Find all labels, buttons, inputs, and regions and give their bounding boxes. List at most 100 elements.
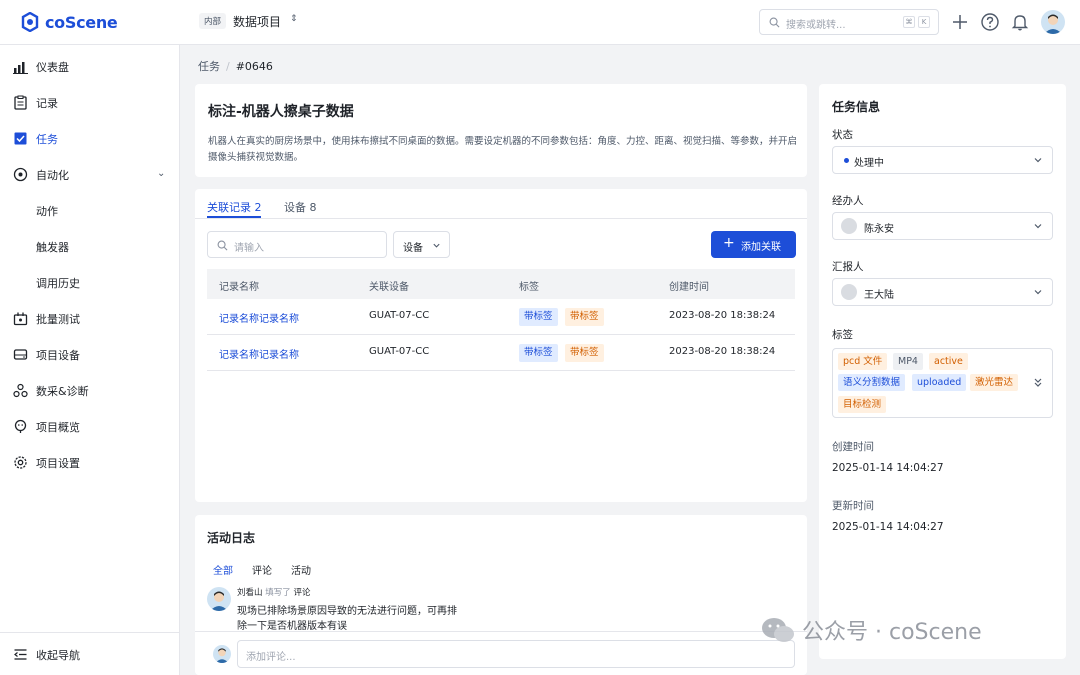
sidebar: 仪表盘 记录 任务 自动化 ⌄ 动作 触发器 调用历史 批量测试 项目设备 数采… [0,45,180,675]
device-filter-select[interactable]: 设备 [393,231,450,258]
sidebar-item-settings[interactable]: 项目设置 [0,448,180,476]
shortcut-key-cmd: ⌘ [903,16,915,28]
chevron-down-icon [433,243,440,248]
diagnosis-icon [13,383,28,398]
task-description[interactable]: 机器人在真实的厨房场景中，使用抹布擦拭不同桌面的数据。需要设定机器的不同参数包括… [208,134,800,166]
record-tag: 带标签 [519,344,558,362]
clipboard-icon [14,95,27,110]
chevron-down-icon [1034,158,1042,163]
task-title[interactable]: 标注-机器人擦桌子数据 [208,101,354,121]
activity-tab-all[interactable]: 全部 [213,562,233,577]
breadcrumb: 任务 / #0646 [198,58,273,74]
tag-chip[interactable]: uploaded [912,374,967,391]
collapse-nav-button[interactable]: 收起导航 [0,632,180,675]
sidebar-item-call-history[interactable]: 调用历史 [0,268,180,296]
breadcrumb-current: #0646 [235,60,273,73]
updated-label: 更新时间 [832,500,874,512]
created-value: 2025-01-14 14:04:27 [832,462,944,474]
record-created-time: 2023-08-20 18:38:24 [669,346,776,357]
assignee-label: 经办人 [832,195,864,207]
tab-linked-records[interactable]: 关联记录 2 [207,199,262,215]
chevron-updown-icon[interactable]: ⇕ [290,14,298,24]
sidebar-item-tasks[interactable]: 任务 [0,124,180,152]
record-search-placeholder: 请输入 [234,243,264,254]
sidebar-item-label: 调用历史 [36,277,80,290]
record-name-link[interactable]: 记录名称记录名称 [219,310,299,325]
assignee-select[interactable]: 陈永安 [832,212,1053,240]
plus-icon: + [723,235,735,251]
log-action: 填写了 [265,588,291,598]
double-chevron-down-icon[interactable] [1033,377,1043,389]
sidebar-item-records[interactable]: 记录 [0,88,180,116]
commenter-avatar [213,645,231,663]
record-device: GUAT-07-CC [369,310,430,321]
table-row[interactable]: 记录名称记录名称 GUAT-07-CC 带标签 带标签 2023-08-20 1… [207,335,795,371]
sidebar-item-label: 仪表盘 [36,61,69,74]
task-info-panel: 任务信息 状态 处理中 经办人 陈永安 汇报人 王大陆 标签 pcd 文件 MP… [819,84,1066,659]
plus-icon[interactable] [950,12,970,32]
sidebar-item-devices[interactable]: 项目设备 [0,340,180,368]
reporter-select[interactable]: 王大陆 [832,278,1053,306]
record-name-link[interactable]: 记录名称记录名称 [219,346,299,361]
add-link-button[interactable]: + 添加关联 [711,231,796,258]
logo-icon [21,12,39,32]
sidebar-item-diagnosis[interactable]: 数采&诊断 [0,376,180,404]
log-type: 评论 [293,588,311,598]
chevron-down-icon: ⌄ [157,168,166,179]
activity-tab-comments[interactable]: 评论 [252,562,272,577]
tabs-divider [195,218,807,219]
breadcrumb-parent[interactable]: 任务 [198,60,220,73]
column-header: 标签 [519,282,539,293]
sidebar-item-dashboard[interactable]: 仪表盘 [0,52,180,80]
reporter-value: 王大陆 [864,290,894,301]
device-filter-label: 设备 [403,243,423,254]
global-search-input[interactable]: 搜索或跳转... ⌘ K [759,9,939,35]
tag-chip[interactable]: pcd 文件 [838,353,888,370]
settings-icon [14,456,27,469]
tag-chip[interactable]: 目标检测 [838,396,887,413]
bell-icon[interactable] [1010,12,1030,32]
tag-chip[interactable]: 激光雷达 [970,374,1019,391]
sidebar-item-label: 任务 [36,133,58,146]
bar-chart-icon [13,62,28,74]
log-author-name[interactable]: 刘看山 [237,588,263,598]
device-icon [13,349,28,360]
add-link-label: 添加关联 [741,242,781,253]
top-bar: coScene 内部 数据项目 ⇕ 搜索或跳转... ⌘ K [0,0,1080,45]
reporter-avatar [841,284,857,300]
user-avatar[interactable] [1041,10,1065,34]
assignee-value: 陈永安 [864,224,894,235]
activity-tab-activity[interactable]: 活动 [291,562,311,577]
shortcut-key-k: K [918,16,930,28]
project-switcher[interactable]: 数据项目 [233,13,281,30]
sidebar-item-overview[interactable]: 项目概览 [0,412,180,440]
batch-test-icon [13,312,28,326]
record-device: GUAT-07-CC [369,346,430,357]
app-logo[interactable]: coScene [20,12,118,32]
search-icon [769,17,780,28]
comment-input[interactable]: 添加评论... [237,640,795,668]
tag-chip[interactable]: 语义分割数据 [838,374,906,391]
sidebar-item-batch-test[interactable]: 批量测试 [0,304,180,332]
sidebar-item-label: 项目设置 [36,457,80,470]
sidebar-item-actions[interactable]: 动作 [0,196,180,224]
table-row[interactable]: 记录名称记录名称 GUAT-07-CC 带标签 带标签 2023-08-20 1… [207,299,795,335]
tab-devices[interactable]: 设备 8 [284,199,317,215]
tag-chip[interactable]: MP4 [893,353,923,370]
sidebar-item-label: 动作 [36,205,58,218]
tags-field[interactable]: pcd 文件 MP4 active 语义分割数据 uploaded 激光雷达 目… [832,348,1053,418]
records-card: 关联记录 2 设备 8 请输入 设备 + 添加关联 记录名称 关联设备 标签 创… [195,189,807,502]
chevron-down-icon [1034,290,1042,295]
help-icon[interactable] [980,12,1000,32]
sidebar-item-triggers[interactable]: 触发器 [0,232,180,260]
record-tag: 带标签 [565,344,604,362]
wechat-icon [762,618,794,642]
tag-chip[interactable]: active [929,353,968,370]
sidebar-item-automation[interactable]: 自动化 ⌄ [0,160,180,188]
project-visibility-badge: 内部 [199,13,227,29]
status-select[interactable]: 处理中 [832,146,1053,174]
record-search-input[interactable]: 请输入 [207,231,387,258]
watermark: 公众号 · coScene [760,614,982,646]
logo-text: coScene [45,12,118,32]
reporter-label: 汇报人 [832,261,864,273]
